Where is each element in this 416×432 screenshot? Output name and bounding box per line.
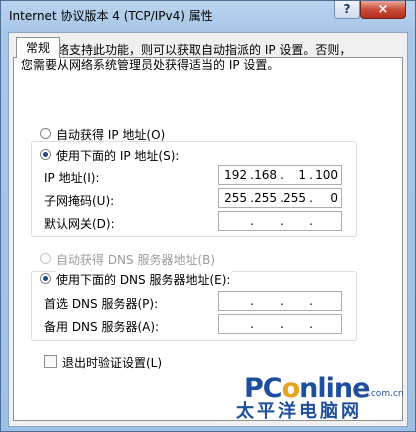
- auto-dns-label[interactable]: 自动获得 DNS 服务器地址(B): [56, 251, 215, 268]
- watermark-site: .com.cn: [368, 389, 404, 399]
- subnet-mask-input[interactable]: 255 . 255 . 255 . 0: [218, 188, 342, 208]
- pdns-dot-1: .: [250, 294, 254, 308]
- auto-ip-label[interactable]: 自动获得 IP 地址(O): [56, 126, 165, 143]
- ip-address-input[interactable]: 192 . 168 . 1 . 100: [218, 165, 342, 185]
- alternate-dns-label: 备用 DNS 服务器(A):: [44, 320, 160, 334]
- validate-on-exit-checkbox[interactable]: [44, 355, 57, 368]
- title-bar[interactable]: Internet 协议版本 4 (TCP/IPv4) 属性 ? ×: [1, 1, 415, 29]
- ip-address-label: IP 地址(I):: [44, 171, 100, 185]
- manual-dns-radio[interactable]: [40, 273, 51, 284]
- ip-octet-1: 192: [224, 168, 247, 182]
- auto-ip-radio[interactable]: [40, 128, 51, 139]
- ip-octet-3: 1: [298, 168, 306, 182]
- preferred-dns-input[interactable]: . . .: [218, 291, 342, 311]
- window-title: Internet 协议版本 4 (TCP/IPv4) 属性: [9, 9, 213, 23]
- manual-dns-label[interactable]: 使用下面的 DNS 服务器地址(E):: [56, 271, 233, 288]
- preferred-dns-label: 首选 DNS 服务器(P):: [44, 297, 159, 311]
- dialog-window: Internet 协议版本 4 (TCP/IPv4) 属性 ? × 常规 如果网…: [0, 0, 416, 432]
- subnet-octet-2: 255: [254, 191, 277, 205]
- subnet-mask-label: 子网掩码(U):: [44, 194, 115, 208]
- ip-octet-4: 100: [315, 168, 338, 182]
- adns-dot-3: .: [309, 317, 313, 331]
- default-gateway-input[interactable]: . . .: [218, 211, 342, 231]
- manual-ip-radio[interactable]: [40, 149, 51, 160]
- close-button[interactable]: ×: [360, 1, 406, 19]
- pdns-dot-3: .: [309, 294, 313, 308]
- watermark-subtitle: 太平洋电脑网: [236, 401, 362, 422]
- adns-dot-2: .: [280, 317, 284, 331]
- pconline-watermark: PConline .com.cn 太平洋电脑网: [236, 373, 408, 427]
- pdns-dot-2: .: [280, 294, 284, 308]
- adns-dot-1: .: [250, 317, 254, 331]
- description-line-2: 您需要从网络系统管理员处获得适当的 IP 设置。: [21, 58, 280, 72]
- gateway-dot-1: .: [250, 214, 254, 228]
- help-button[interactable]: ?: [334, 1, 360, 19]
- subnet-octet-4: 0: [330, 191, 338, 205]
- gateway-dot-2: .: [280, 214, 284, 228]
- alternate-dns-input[interactable]: . . .: [218, 314, 342, 334]
- manual-ip-label[interactable]: 使用下面的 IP 地址(S):: [56, 147, 182, 164]
- default-gateway-label: 默认网关(D):: [44, 217, 115, 231]
- auto-dns-radio[interactable]: [40, 253, 51, 264]
- ip-octet-2: 168: [254, 168, 277, 182]
- gateway-dot-3: .: [309, 214, 313, 228]
- subnet-octet-1: 255: [224, 191, 247, 205]
- description-line-1: 如果网络支持此功能，则可以获取自动指派的 IP 设置。否则，: [21, 43, 352, 57]
- validate-on-exit-label[interactable]: 退出时验证设置(L): [62, 354, 162, 371]
- subnet-octet-3: 255: [283, 191, 306, 205]
- description-text: 如果网络支持此功能，则可以获取自动指派的 IP 设置。否则， 您需要从网络系统管…: [21, 43, 381, 73]
- tab-general[interactable]: 常规: [16, 37, 60, 58]
